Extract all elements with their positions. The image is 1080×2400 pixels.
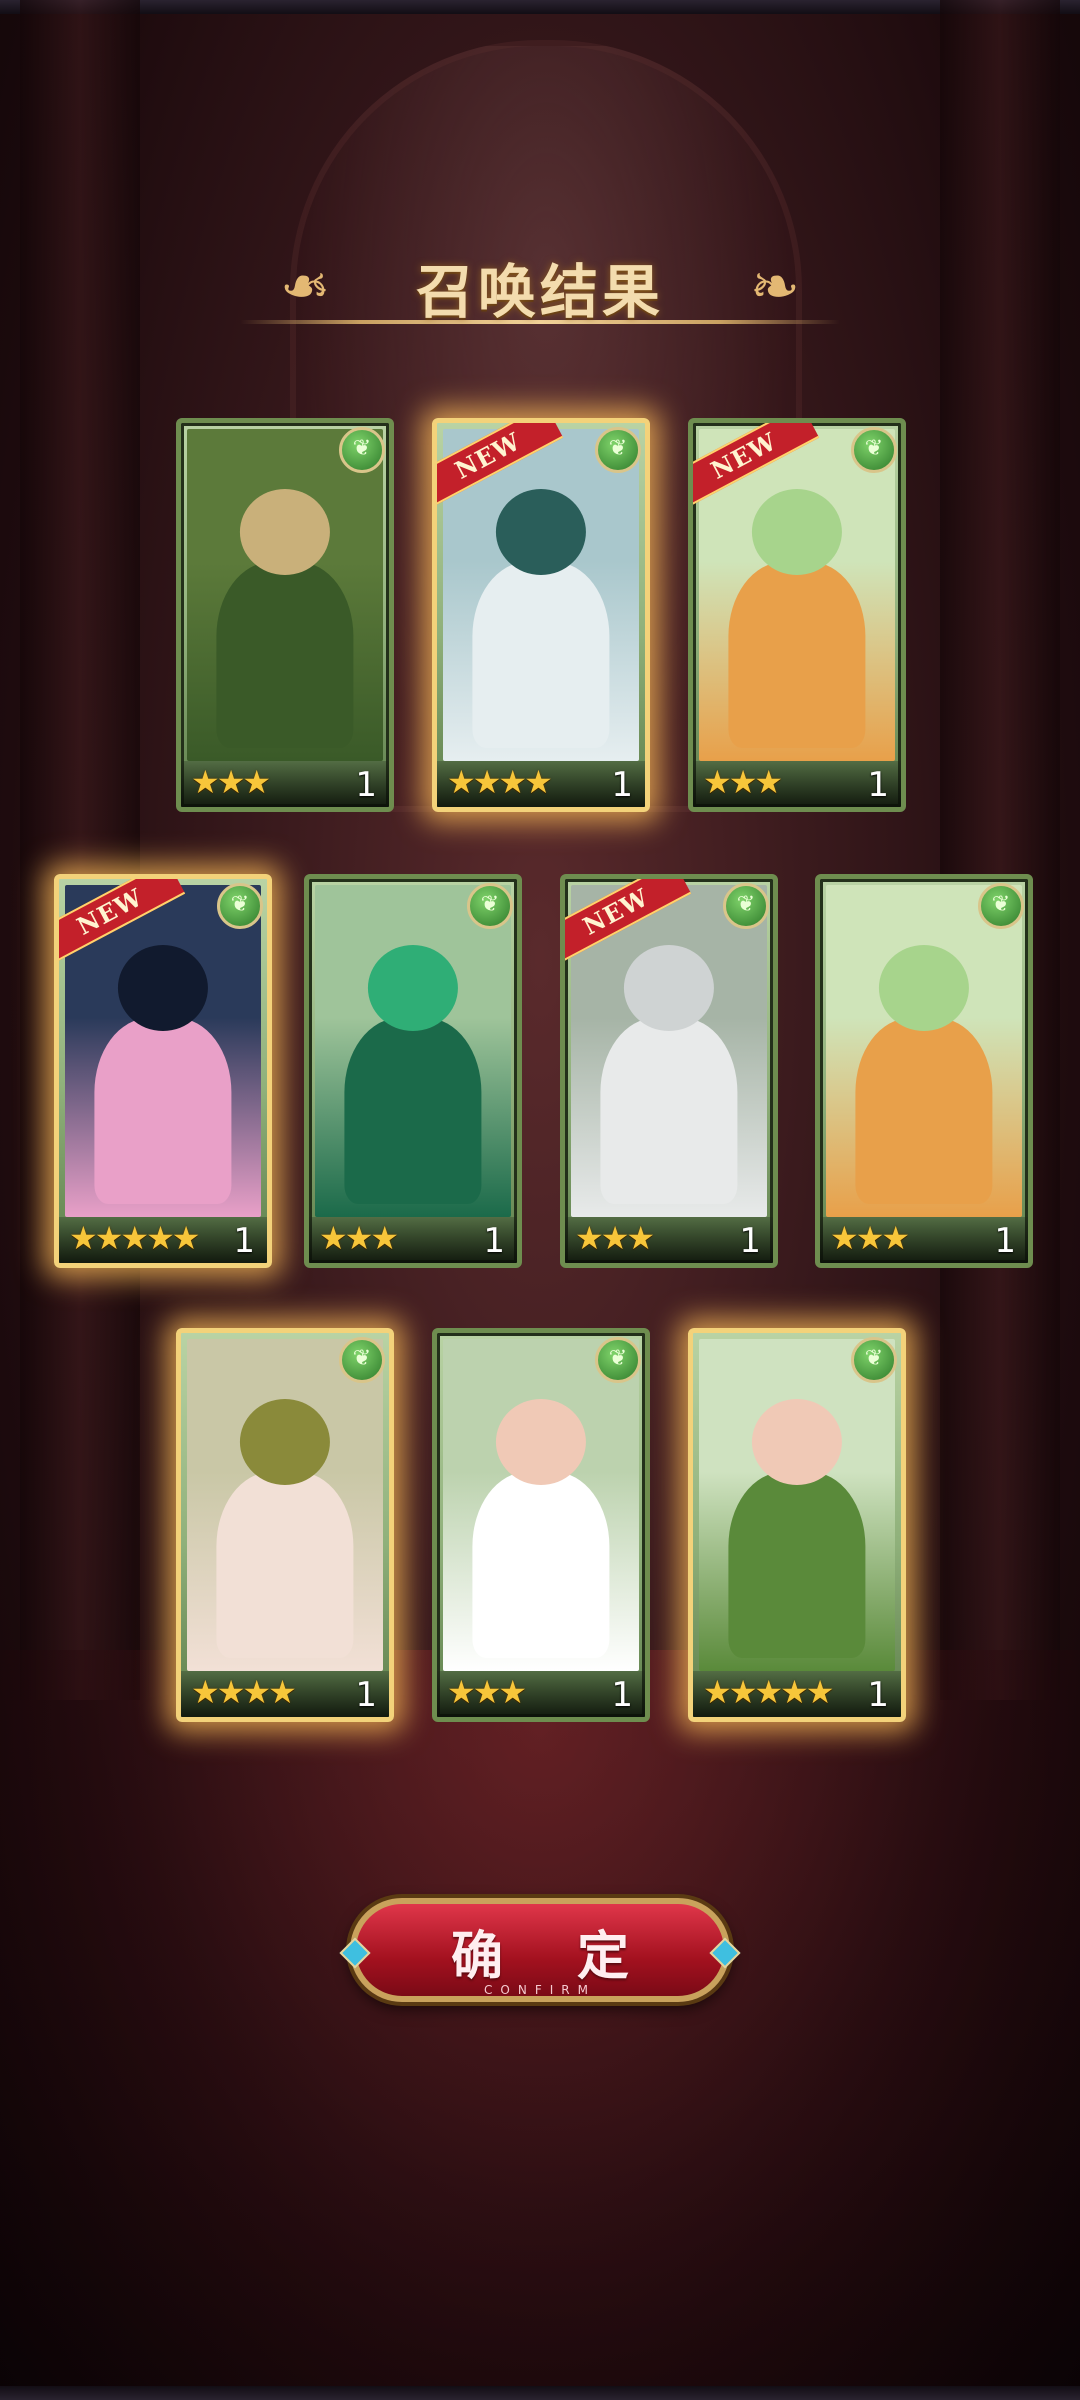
character-portrait (443, 1339, 639, 1671)
character-head (878, 944, 970, 1032)
card-count: 1 (611, 1675, 633, 1715)
character-head (117, 944, 209, 1032)
character-head (623, 944, 715, 1032)
character-body (728, 1471, 866, 1658)
title-banner: ❧ ❧ 召唤结果 (220, 245, 860, 355)
character-body (472, 561, 610, 748)
leaf-icon: ❦ (595, 1337, 641, 1383)
character-head (239, 488, 331, 576)
leaf-icon: ❦ (339, 427, 385, 473)
card-count: 1 (355, 1675, 377, 1715)
star-rating: ★★★ (703, 763, 783, 801)
character-body (728, 561, 866, 748)
star-rating: ★★★★★ (69, 1219, 200, 1257)
card-footer: ★★★★★ 1 (59, 1217, 267, 1263)
card-footer: ★★★ 1 (565, 1217, 773, 1263)
character-head (239, 1398, 331, 1486)
confirm-button[interactable]: 确 定 CONFIRM (339, 1898, 741, 2002)
confirm-sublabel: CONFIRM (484, 1983, 596, 1997)
card-footer: ★★★ 1 (181, 761, 389, 807)
character-portrait (699, 1339, 895, 1671)
summon-card[interactable]: ★★★ 1 ❦ (815, 874, 1033, 1268)
summon-card[interactable]: ★★★ 1 ❦ (304, 874, 522, 1268)
summon-card[interactable]: ★★★ 1 ❦ NEW (560, 874, 778, 1268)
card-count: 1 (611, 765, 633, 805)
character-body (472, 1471, 610, 1658)
character-portrait (315, 885, 511, 1217)
card-count: 1 (355, 765, 377, 805)
confirm-label: 确 定 (450, 1926, 658, 1987)
page-title: 召唤结果 (415, 258, 664, 326)
character-portrait (187, 1339, 383, 1671)
summon-card[interactable]: ★★★★ 1 ❦ NEW (432, 418, 650, 812)
character-head (751, 1398, 843, 1486)
card-count: 1 (867, 1675, 889, 1715)
card-count: 1 (994, 1221, 1016, 1261)
bottom-frame (0, 2386, 1080, 2400)
character-head (751, 488, 843, 576)
summon-card[interactable]: ★★★★★ 1 ❦ (688, 1328, 906, 1722)
summon-card[interactable]: ★★★ 1 ❦ (176, 418, 394, 812)
character-portrait (826, 885, 1022, 1217)
card-footer: ★★★ 1 (437, 1671, 645, 1717)
card-count: 1 (233, 1221, 255, 1261)
card-count: 1 (483, 1221, 505, 1261)
character-head (495, 488, 587, 576)
character-body (344, 1017, 482, 1204)
card-count: 1 (867, 765, 889, 805)
character-body (216, 1471, 354, 1658)
character-head (495, 1398, 587, 1486)
background-pillar-left (20, 0, 140, 1700)
star-rating: ★★★ (319, 1219, 399, 1257)
character-portrait (187, 429, 383, 761)
summon-card[interactable]: ★★★ 1 ❦ (432, 1328, 650, 1722)
character-body (94, 1017, 232, 1204)
card-footer: ★★★ 1 (309, 1217, 517, 1263)
leaf-icon: ❦ (595, 427, 641, 473)
character-body (855, 1017, 993, 1204)
star-rating: ★★★ (191, 763, 271, 801)
top-frame (0, 0, 1080, 14)
character-body (600, 1017, 738, 1204)
star-rating: ★★★ (830, 1219, 910, 1257)
summon-card[interactable]: ★★★★ 1 ❦ (176, 1328, 394, 1722)
card-footer: ★★★★ 1 (181, 1671, 389, 1717)
summon-card[interactable]: ★★★★★ 1 ❦ NEW (54, 874, 272, 1268)
leaf-icon: ❦ (339, 1337, 385, 1383)
star-rating: ★★★★ (447, 763, 553, 801)
card-footer: ★★★★ 1 (437, 761, 645, 807)
leaf-icon: ❦ (217, 883, 263, 929)
character-body (216, 561, 354, 748)
leaf-icon: ❦ (851, 1337, 897, 1383)
card-footer: ★★★ 1 (820, 1217, 1028, 1263)
background-pillar-right (940, 0, 1060, 1700)
background-floor (0, 1650, 1080, 2400)
summon-card[interactable]: ★★★ 1 ❦ NEW (688, 418, 906, 812)
leaf-icon: ❦ (978, 883, 1024, 929)
star-rating: ★★★★★ (703, 1673, 834, 1711)
star-rating: ★★★ (447, 1673, 527, 1711)
leaf-icon: ❦ (851, 427, 897, 473)
leaf-icon: ❦ (723, 883, 769, 929)
star-rating: ★★★ (575, 1219, 655, 1257)
card-footer: ★★★ 1 (693, 761, 901, 807)
leaf-icon: ❦ (467, 883, 513, 929)
card-count: 1 (739, 1221, 761, 1261)
star-rating: ★★★★ (191, 1673, 297, 1711)
card-footer: ★★★★★ 1 (693, 1671, 901, 1717)
character-head (367, 944, 459, 1032)
